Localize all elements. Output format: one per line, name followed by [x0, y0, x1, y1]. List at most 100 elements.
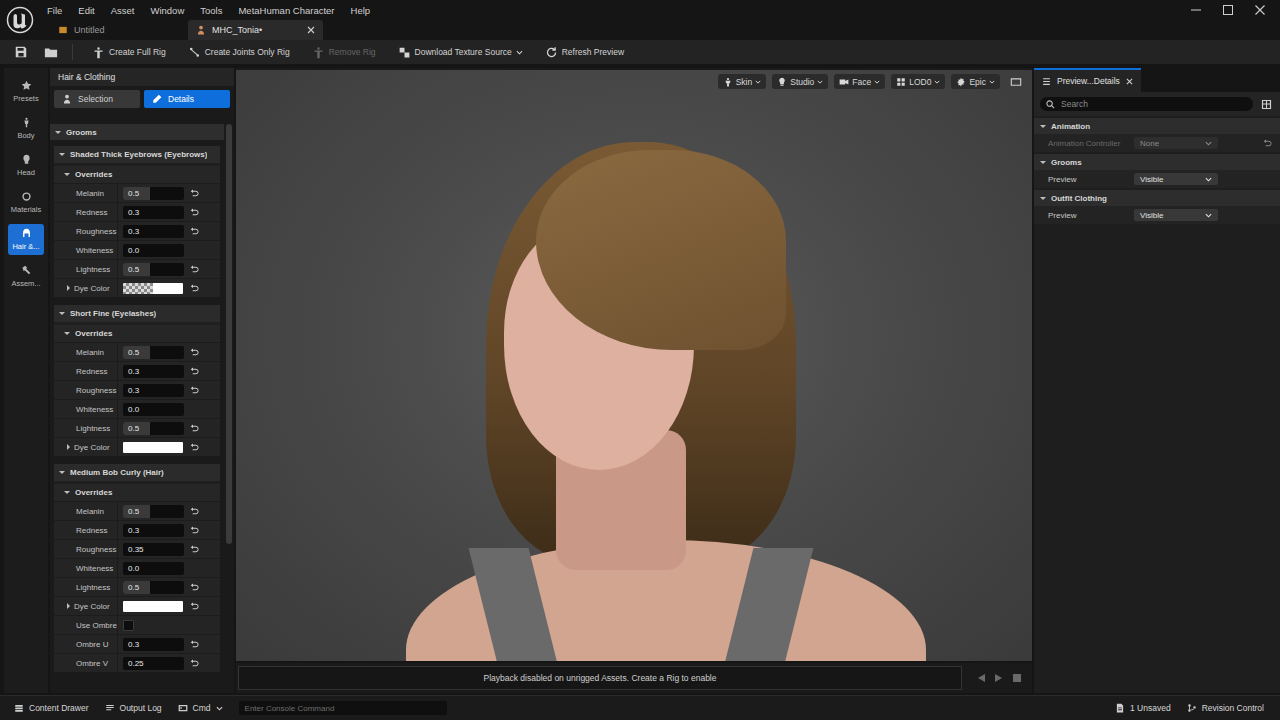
- sidebar-item[interactable]: Materials: [8, 187, 44, 218]
- status-bar-button[interactable]: Revision Control: [1181, 701, 1270, 715]
- expand-arrow-icon[interactable]: [64, 491, 70, 494]
- slider-field[interactable]: 0.5: [123, 422, 184, 435]
- overrides-header[interactable]: Overrides: [54, 166, 220, 183]
- slider-field[interactable]: 0.0: [123, 562, 184, 575]
- reset-icon[interactable]: [190, 526, 199, 535]
- slider-field[interactable]: 0.5: [123, 187, 184, 200]
- section-header[interactable]: Grooms: [1034, 154, 1280, 170]
- status-bar-button[interactable]: 1 Unsaved: [1109, 701, 1177, 715]
- reset-icon[interactable]: [190, 640, 199, 649]
- status-bar-button[interactable]: Output Log: [99, 701, 168, 715]
- toolbar-button[interactable]: Create Joints Only Rig: [179, 44, 299, 61]
- slider-field[interactable]: 0.0: [123, 403, 184, 416]
- reset-icon[interactable]: [190, 443, 199, 452]
- menu-item[interactable]: MetaHuman Character: [231, 3, 341, 18]
- reset-icon[interactable]: [190, 386, 199, 395]
- expand-arrow-icon[interactable]: [1040, 125, 1046, 128]
- dropdown[interactable]: Visible: [1134, 209, 1218, 221]
- reset-icon[interactable]: [190, 583, 199, 592]
- reset-icon[interactable]: [190, 424, 199, 433]
- slider-field[interactable]: 0.3: [123, 365, 184, 378]
- color-swatch[interactable]: [123, 283, 183, 294]
- view-options-icon[interactable]: [1261, 99, 1272, 110]
- search-field[interactable]: Search: [1040, 97, 1253, 111]
- browse-icon[interactable]: [40, 45, 66, 59]
- reset-icon[interactable]: [190, 507, 199, 516]
- checkbox[interactable]: [123, 620, 134, 631]
- viewport-option-button[interactable]: Face: [834, 74, 885, 89]
- minimize-icon[interactable]: [1190, 4, 1202, 16]
- section-header[interactable]: Animation: [1034, 118, 1280, 134]
- expand-arrow-icon[interactable]: [64, 332, 70, 335]
- groom-header[interactable]: Shaded Thick Eyebrows (Eyebrows): [54, 146, 220, 163]
- reset-icon[interactable]: [190, 265, 199, 274]
- section-header[interactable]: Outfit Clothing: [1034, 190, 1280, 206]
- reset-icon[interactable]: [190, 284, 199, 293]
- slider-field[interactable]: 0.5: [123, 581, 184, 594]
- viewport-option-button[interactable]: Skin: [718, 74, 767, 89]
- reset-icon[interactable]: [190, 545, 199, 554]
- viewport-option-button[interactable]: Epic: [951, 74, 1000, 89]
- color-swatch[interactable]: [123, 442, 183, 453]
- reset-icon[interactable]: [190, 227, 199, 236]
- viewport[interactable]: SkinStudioFaceLOD0Epic: [236, 68, 1032, 661]
- section-header[interactable]: Grooms: [50, 124, 224, 140]
- expand-arrow-icon[interactable]: [67, 285, 70, 291]
- toolbar-button[interactable]: Refresh Preview: [536, 44, 633, 61]
- reset-icon[interactable]: [190, 659, 199, 668]
- status-bar-button[interactable]: Content Drawer: [8, 701, 95, 715]
- slider-field[interactable]: 0.5: [123, 505, 184, 518]
- expand-arrow-icon[interactable]: [55, 131, 61, 134]
- reset-icon[interactable]: [190, 602, 199, 611]
- menu-item[interactable]: File: [40, 3, 69, 18]
- reset-icon[interactable]: [1263, 139, 1272, 148]
- save-icon[interactable]: [10, 45, 36, 59]
- console-input[interactable]: Enter Console Command: [239, 701, 447, 715]
- slider-field[interactable]: 0.5: [123, 263, 184, 276]
- slider-field[interactable]: 0.3: [123, 384, 184, 397]
- reset-icon[interactable]: [190, 367, 199, 376]
- status-bar-button[interactable]: Cmd: [172, 701, 229, 715]
- slider-field[interactable]: 0.3: [123, 225, 184, 238]
- maximize-icon[interactable]: [1222, 4, 1234, 16]
- slider-field[interactable]: 0.3: [123, 638, 184, 651]
- document-tab[interactable]: MHC_Tonia•: [188, 20, 323, 40]
- panel-tab[interactable]: Details: [144, 90, 230, 108]
- stop-icon[interactable]: [1012, 673, 1022, 683]
- groom-header[interactable]: Medium Bob Curly (Hair): [54, 464, 220, 481]
- panel-tab[interactable]: Preview...Details: [1034, 68, 1141, 92]
- viewport-layout-icon[interactable]: [1010, 77, 1022, 87]
- groom-header[interactable]: Short Fine (Eyelashes): [54, 305, 220, 322]
- slider-field[interactable]: 0.3: [123, 524, 184, 537]
- slider-field[interactable]: 0.25: [123, 657, 184, 670]
- reset-icon[interactable]: [190, 189, 199, 198]
- slider-field[interactable]: 0.5: [123, 346, 184, 359]
- document-tab[interactable]: Untitled: [50, 20, 185, 40]
- sidebar-item[interactable]: Body: [8, 113, 44, 144]
- expand-arrow-icon[interactable]: [67, 603, 70, 609]
- color-swatch[interactable]: [123, 601, 183, 612]
- close-tab-icon[interactable]: [307, 26, 315, 34]
- overrides-header[interactable]: Overrides: [54, 484, 220, 501]
- close-icon[interactable]: [1254, 4, 1266, 16]
- reset-icon[interactable]: [190, 208, 199, 217]
- expand-arrow-icon[interactable]: [59, 471, 65, 474]
- viewport-option-button[interactable]: LOD0: [891, 74, 945, 89]
- toolbar-button[interactable]: Create Full Rig: [83, 44, 175, 61]
- expand-arrow-icon[interactable]: [1040, 197, 1046, 200]
- toolbar-button[interactable]: Download Texture Source: [389, 44, 532, 61]
- menu-item[interactable]: Asset: [104, 3, 142, 18]
- slider-field[interactable]: 0.3: [123, 206, 184, 219]
- play-reverse-icon[interactable]: [976, 673, 986, 683]
- expand-arrow-icon[interactable]: [59, 153, 65, 156]
- slider-field[interactable]: 0.0: [123, 244, 184, 257]
- sidebar-item[interactable]: Presets: [8, 76, 44, 107]
- menu-item[interactable]: Window: [143, 3, 191, 18]
- overrides-header[interactable]: Overrides: [54, 325, 220, 342]
- panel-tab[interactable]: Selection: [54, 90, 140, 108]
- menu-item[interactable]: Edit: [71, 3, 101, 18]
- slider-field[interactable]: 0.35: [123, 543, 184, 556]
- scroll-thumb[interactable]: [226, 124, 232, 544]
- dropdown[interactable]: Visible: [1134, 173, 1218, 185]
- expand-arrow-icon[interactable]: [1040, 161, 1046, 164]
